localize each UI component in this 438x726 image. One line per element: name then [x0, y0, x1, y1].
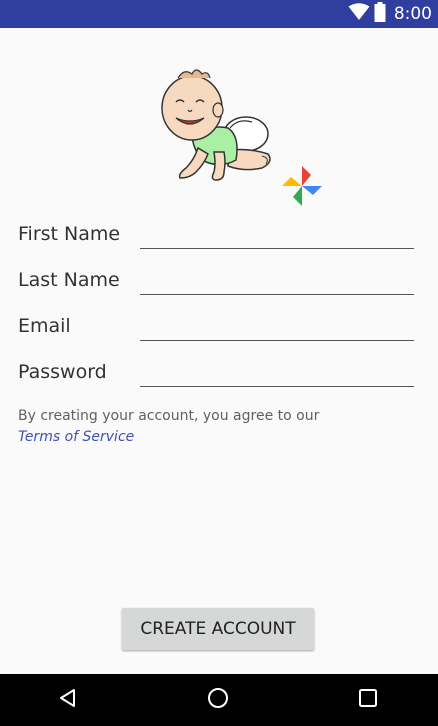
status-icons: 8:00 [348, 0, 432, 28]
home-button[interactable] [188, 674, 248, 726]
password-input[interactable] [140, 360, 414, 387]
status-time: 8:00 [393, 4, 432, 24]
terms-of-service-link[interactable]: Terms of Service [18, 427, 134, 448]
app-logo [158, 64, 328, 206]
last-name-label: Last Name [18, 269, 120, 291]
back-icon [58, 688, 78, 713]
email-label: Email [18, 315, 71, 337]
terms-text: By creating your account, you agree to o… [18, 408, 320, 424]
status-bar: 8:00 [0, 0, 438, 28]
home-icon [207, 687, 229, 714]
password-row: Password [18, 358, 414, 388]
navigation-bar [0, 674, 438, 726]
email-input[interactable] [140, 314, 414, 341]
battery-icon [374, 1, 386, 27]
password-label: Password [18, 361, 107, 383]
last-name-row: Last Name [18, 266, 414, 296]
first-name-label: First Name [18, 223, 121, 245]
recents-button[interactable] [338, 674, 398, 726]
create-account-button[interactable]: CREATE ACCOUNT [122, 608, 314, 650]
wifi-icon [348, 2, 370, 26]
first-name-row: First Name [18, 220, 414, 250]
first-name-input[interactable] [140, 222, 414, 249]
last-name-input[interactable] [140, 268, 414, 295]
email-row: Email [18, 312, 414, 342]
back-button[interactable] [38, 674, 98, 726]
signup-screen: First Name Last Name Email Password By c… [0, 28, 438, 674]
recents-icon [358, 688, 378, 713]
